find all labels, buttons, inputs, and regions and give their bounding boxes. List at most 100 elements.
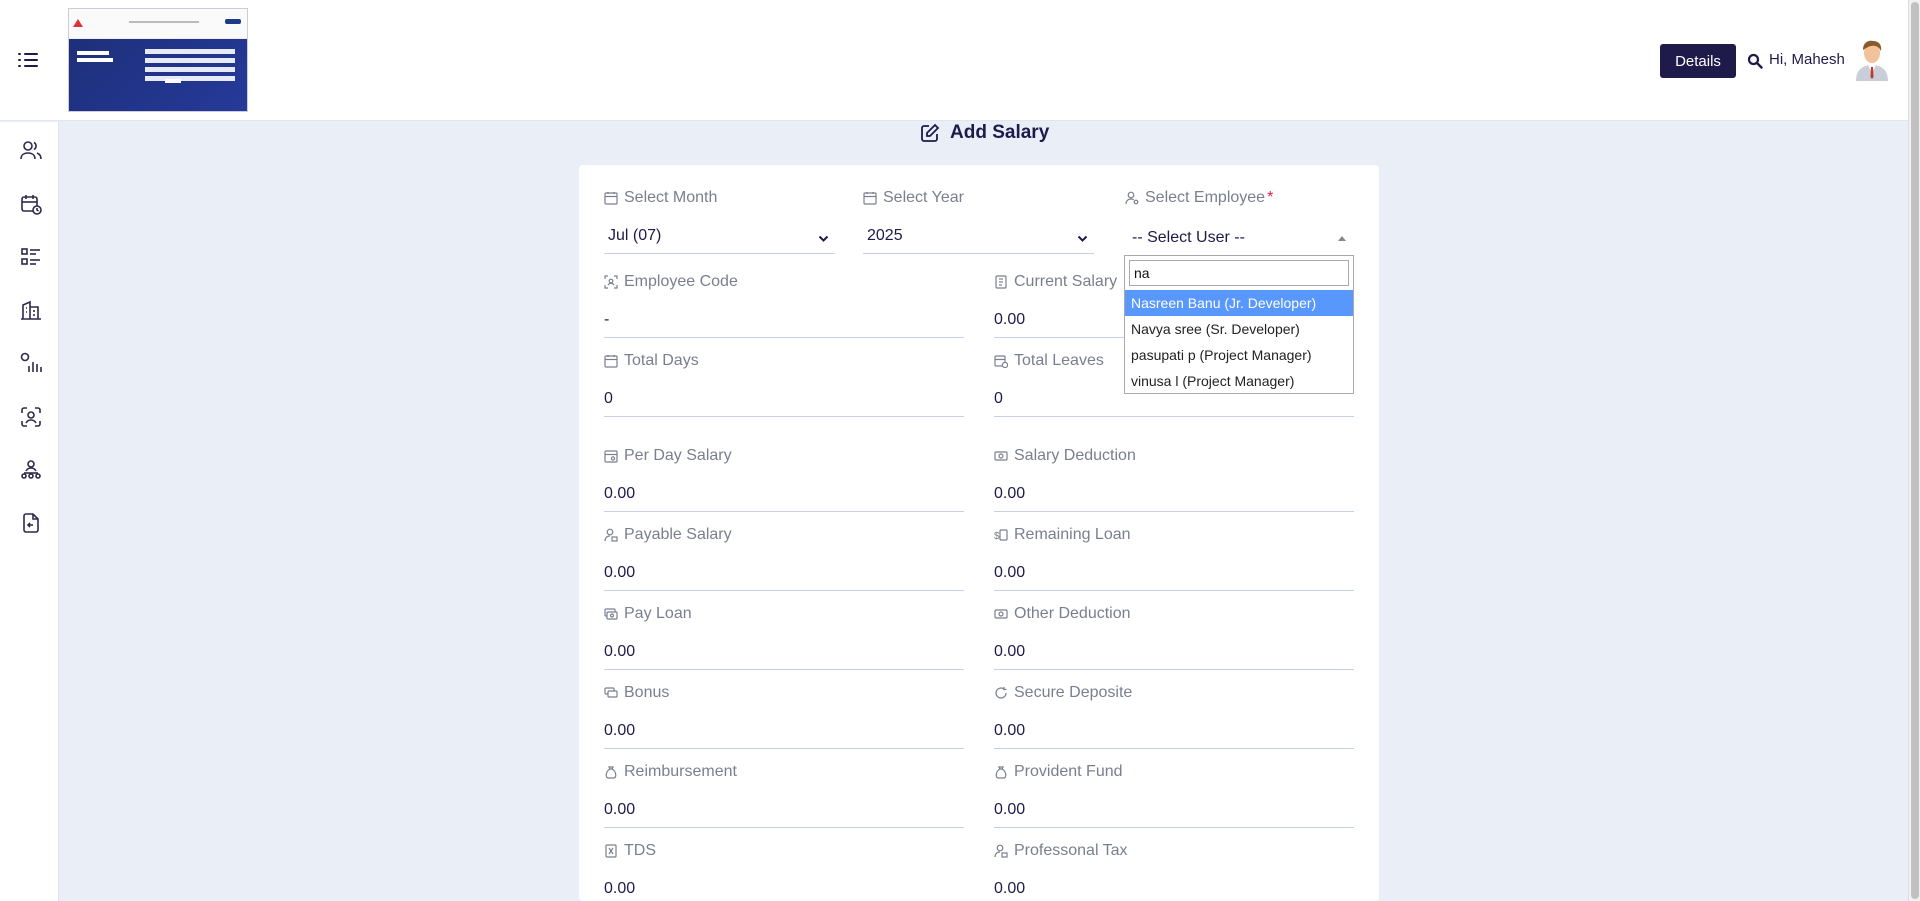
employee-option[interactable]: pasupati p (Project Manager)	[1125, 342, 1353, 368]
select-year-label: Select Year	[883, 189, 964, 206]
svg-text:$: $	[994, 531, 1000, 542]
other-deduction-label: Other Deduction	[1014, 605, 1131, 622]
bonus-field: Bonus 0.00	[604, 683, 964, 749]
payable-salary-label: Payable Salary	[624, 526, 732, 543]
select-employee-value: -- Select User --	[1132, 229, 1245, 246]
required-asterisk: *	[1267, 189, 1274, 206]
pay-loan-label: Pay Loan	[624, 605, 692, 622]
professional-tax-value: 0.00	[994, 877, 1354, 901]
tax-receipt-icon	[605, 844, 617, 858]
bonus-label: Bonus	[624, 684, 670, 701]
select-year-field: Select Year 2025	[863, 188, 1094, 254]
salary-deduction-field: Salary Deduction 0.00	[994, 446, 1354, 512]
user-greeting[interactable]: Hi, Mahesh	[1769, 51, 1845, 68]
remaining-loan-value: 0.00	[994, 561, 1354, 591]
page-title-text: Add Salary	[950, 122, 1050, 143]
total-leaves-label: Total Leaves	[1014, 352, 1104, 369]
employee-option[interactable]: Nasreen Banu (Jr. Developer)	[1125, 290, 1353, 316]
total-days-field: Total Days 0	[604, 351, 964, 417]
reimbursement-value: 0.00	[604, 798, 964, 828]
users-icon[interactable]	[20, 139, 42, 161]
per-day-salary-field: Per Day Salary 0.00	[604, 446, 964, 512]
employee-option[interactable]: Navya sree (Sr. Developer)	[1125, 316, 1353, 342]
total-days-label: Total Days	[624, 352, 699, 369]
receipt-icon	[995, 275, 1007, 289]
reimbursement-field: Reimbursement 0.00	[604, 762, 964, 828]
user-money-icon	[604, 528, 618, 542]
money-icon	[994, 609, 1008, 619]
search-icon[interactable]	[1747, 53, 1763, 69]
calendar-money-icon	[604, 450, 618, 463]
user-avatar[interactable]	[1852, 37, 1892, 81]
remaining-loan-label: Remaining Loan	[1014, 526, 1131, 543]
edit-icon	[921, 123, 940, 142]
payable-salary-field: Payable Salary 0.00	[604, 525, 964, 591]
calendar-icon	[604, 192, 618, 205]
money-bag-icon	[605, 766, 617, 779]
money-stack-icon	[604, 687, 618, 698]
details-button[interactable]: Details	[1660, 44, 1736, 78]
employee-search-input[interactable]	[1129, 260, 1349, 286]
calendar-clock-icon	[994, 355, 1008, 368]
menu-toggle-icon[interactable]	[18, 50, 40, 70]
money-bag-icon	[995, 766, 1007, 779]
calendar-icon	[604, 355, 618, 368]
dollar-receipt-icon: $	[994, 529, 1008, 542]
secure-deposite-value: 0.00	[994, 719, 1354, 749]
provident-fund-label: Provident Fund	[1014, 763, 1123, 780]
select-employee-field: Select Employee *	[1125, 188, 1353, 208]
employee-code-label: Employee Code	[624, 273, 738, 290]
other-deduction-value: 0.00	[994, 640, 1354, 670]
page-title: Add Salary	[920, 120, 1049, 146]
employee-code-field: Employee Code -	[604, 272, 964, 338]
caret-up-icon	[1338, 236, 1346, 241]
calendar-clock-icon[interactable]	[20, 193, 42, 215]
provident-fund-value: 0.00	[994, 798, 1354, 828]
scrollbar-thumb[interactable]	[1911, 2, 1919, 899]
tds-label: TDS	[624, 842, 656, 859]
select-month-field: Select Month Jul (07)	[604, 188, 835, 254]
per-day-salary-value: 0.00	[604, 482, 964, 512]
select-employee-label: Select Employee	[1145, 189, 1266, 206]
sidebar	[0, 122, 59, 901]
secure-deposite-field: Secure Deposite 0.00	[994, 683, 1354, 749]
page-scrollbar[interactable]	[1908, 0, 1920, 901]
scan-user-icon	[604, 275, 618, 289]
money-check-icon	[604, 608, 618, 620]
employee-dropdown-panel: Nasreen Banu (Jr. Developer) Navya sree …	[1124, 255, 1354, 394]
total-days-value: 0	[604, 387, 964, 417]
professional-tax-field: Professonal Tax 0.00	[994, 841, 1354, 897]
employee-code-value: -	[604, 308, 964, 338]
select-month-dropdown[interactable]: Jul (07)	[604, 224, 835, 254]
user-money-icon	[994, 844, 1008, 858]
salary-deduction-value: 0.00	[994, 482, 1354, 512]
select-employee-dropdown[interactable]: -- Select User --	[1125, 225, 1353, 255]
list-icon[interactable]	[20, 246, 42, 268]
scan-face-icon[interactable]	[20, 406, 42, 428]
reimbursement-label: Reimbursement	[624, 763, 737, 780]
calendar-icon	[863, 192, 877, 205]
chart-icon[interactable]	[20, 352, 42, 374]
employee-option[interactable]: vinusa l (Project Manager)	[1125, 368, 1353, 394]
pay-loan-field: Pay Loan 0.00	[604, 604, 964, 670]
select-year-dropdown[interactable]: 2025	[863, 224, 1094, 254]
bonus-value: 0.00	[604, 719, 964, 749]
per-day-salary-label: Per Day Salary	[624, 447, 732, 464]
remaining-loan-field: $ Remaining Loan 0.00	[994, 525, 1354, 591]
payable-salary-value: 0.00	[604, 561, 964, 591]
salary-deduction-label: Salary Deduction	[1014, 447, 1136, 464]
org-chart-icon[interactable]	[20, 459, 42, 481]
coin-cycle-icon	[995, 687, 1007, 699]
building-icon[interactable]	[20, 299, 42, 321]
other-deduction-field: Other Deduction 0.00	[994, 604, 1354, 670]
provident-fund-field: Provident Fund 0.00	[994, 762, 1354, 828]
file-import-icon[interactable]	[20, 512, 42, 534]
tds-value: 0.00	[604, 877, 964, 901]
company-logo-thumbnail[interactable]	[68, 8, 248, 112]
select-month-label: Select Month	[624, 189, 718, 206]
secure-deposite-label: Secure Deposite	[1014, 684, 1133, 701]
current-salary-label: Current Salary	[1014, 273, 1118, 290]
pay-loan-value: 0.00	[604, 640, 964, 670]
user-gear-icon	[1125, 191, 1139, 205]
money-icon	[994, 451, 1008, 461]
